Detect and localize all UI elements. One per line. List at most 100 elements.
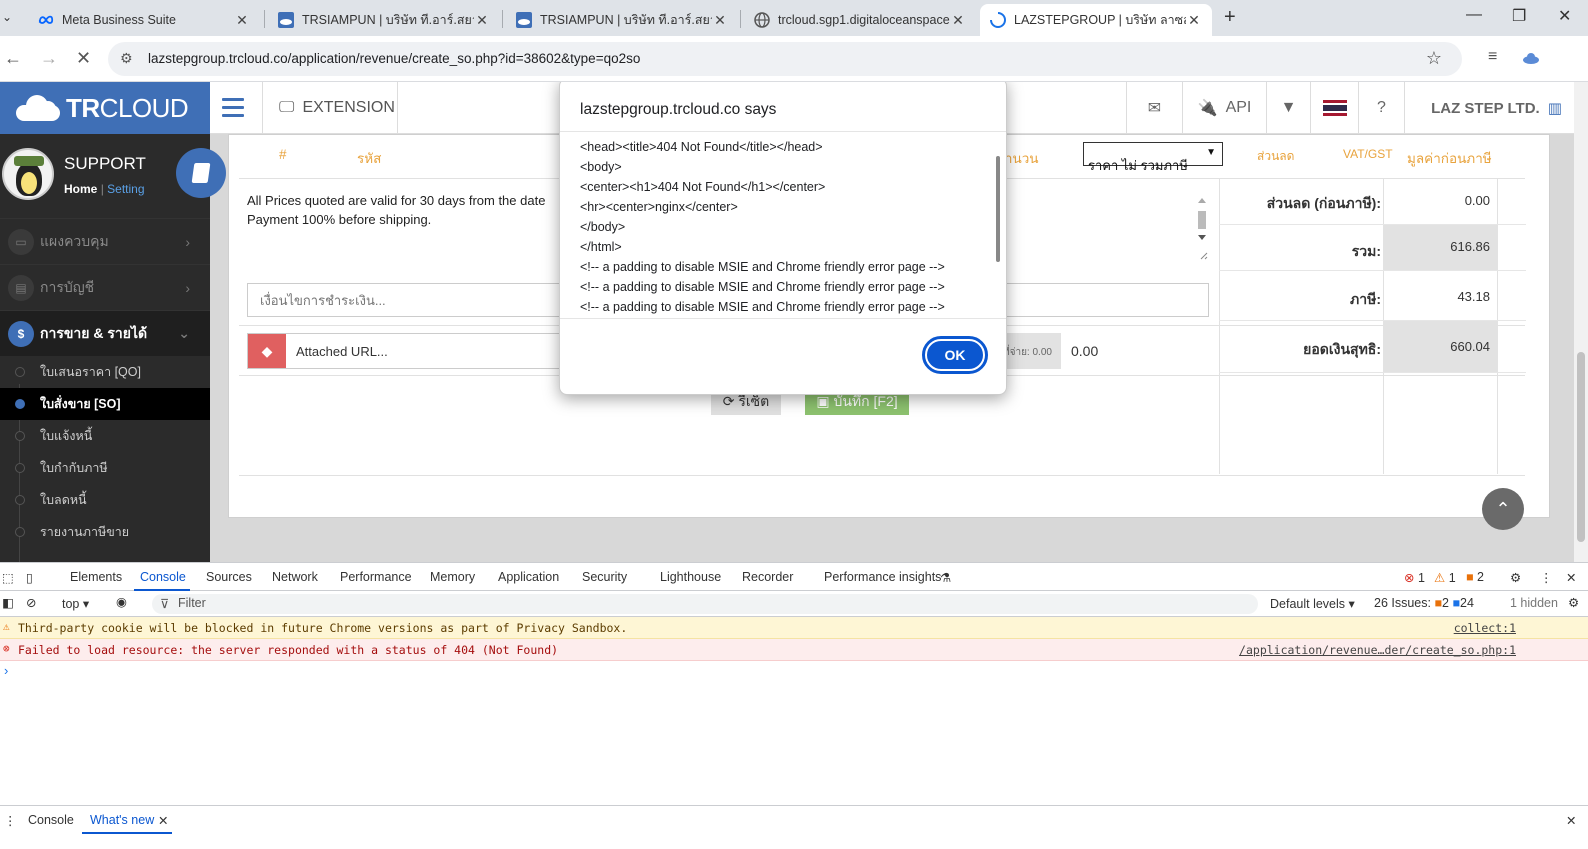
stop-loading-icon[interactable]: ✕	[76, 48, 91, 69]
dialog-scrollbar[interactable]	[996, 156, 1000, 262]
new-tab-button[interactable]: +	[1224, 6, 1236, 29]
avatar[interactable]	[2, 148, 54, 200]
console-error-message[interactable]: ⊗ Failed to load resource: the server re…	[0, 639, 1588, 661]
dialog-message[interactable]: <head><title>404 Not Found</title></head…	[560, 131, 1006, 319]
warning-counter[interactable]: ⚠ 1	[1434, 570, 1456, 585]
url-omnibox[interactable]: ⚙ lazstepgroup.trcloud.co/application/re…	[108, 42, 1462, 76]
browser-tab[interactable]: TRSIAMPUN | บริษัท ที.อาร์.สยามภั ✕	[268, 4, 500, 36]
ok-button[interactable]: OK	[922, 336, 988, 374]
price-type-select[interactable]: ราคา ไม่ รวมภาษี	[1083, 142, 1223, 173]
restore-icon[interactable]: ❐	[1512, 6, 1526, 26]
console-filter-input[interactable]: ⊽ Filter	[152, 594, 1258, 614]
tab-lighthouse[interactable]: Lighthouse	[660, 570, 721, 584]
close-icon[interactable]: ✕	[712, 12, 728, 29]
site-info-icon[interactable]: ⚙	[120, 50, 133, 67]
sidebar-item-accounting[interactable]: ▤ การบัญชี ›	[0, 264, 210, 310]
browser-tab-active[interactable]: LAZSTEPGROUP | บริษัท ลาซสเตป ✕	[980, 4, 1212, 36]
setting-link[interactable]: Setting	[107, 182, 144, 196]
clear-console-icon[interactable]: ⊘	[26, 595, 36, 610]
submenu-quotation[interactable]: ใบเสนอราคา [QO]	[0, 356, 210, 388]
submenu-sales-tax-report[interactable]: รายงานภาษีขาย	[0, 516, 210, 548]
more-options-icon[interactable]: ⋮	[1540, 570, 1553, 585]
browser-tab[interactable]: trcloud.sgp1.digitaloceanspaces ✕	[744, 4, 976, 36]
language-flag-icon[interactable]	[1310, 82, 1358, 134]
eye-icon[interactable]: ◉	[116, 594, 127, 609]
book-icon	[191, 163, 211, 183]
console-prompt[interactable]: ›	[4, 663, 8, 678]
drawer-tab-console[interactable]: Console	[28, 813, 74, 827]
log-levels-select[interactable]: Default levels ▾	[1270, 596, 1355, 611]
error-counter[interactable]: ⊗ 1	[1404, 570, 1425, 585]
message-source-link[interactable]: /application/revenue…der/create_so.php:1	[1239, 643, 1516, 657]
drawer-menu-icon[interactable]: ⋮	[4, 813, 17, 828]
close-window-icon[interactable]: ✕	[1558, 6, 1571, 26]
close-devtools-icon[interactable]: ✕	[1566, 570, 1576, 585]
submenu-credit-note[interactable]: ใบลดหนี้	[0, 484, 210, 516]
tab-performance[interactable]: Performance	[340, 570, 412, 584]
total-value: 616.86	[1383, 225, 1498, 270]
device-toolbar-icon[interactable]: ▯	[26, 570, 33, 585]
attached-url-field[interactable]: ◆ Attached URL...	[247, 333, 577, 369]
forward-icon[interactable]: →	[40, 48, 58, 69]
close-icon[interactable]: ✕	[158, 813, 168, 828]
api-menu[interactable]: 🔌 API	[1182, 82, 1266, 134]
issues-button[interactable]: 26 Issues: ■2 ■24	[1374, 596, 1474, 610]
close-icon[interactable]: ✕	[950, 12, 966, 29]
tab-sources[interactable]: Sources	[206, 570, 252, 584]
page-scrollbar[interactable]	[1574, 82, 1588, 562]
console-settings-icon[interactable]: ⚙	[1568, 595, 1579, 610]
sidebar-toggle-icon[interactable]: ◧	[2, 595, 14, 610]
dropbox-icon[interactable]: ◆	[248, 334, 286, 368]
bookmark-star-icon[interactable]: ☆	[1426, 48, 1442, 69]
tab-application[interactable]: Application	[498, 570, 559, 584]
tab-security[interactable]: Security	[582, 570, 627, 584]
trcloud-icon	[516, 12, 532, 28]
textarea-scrollbar[interactable]	[1195, 193, 1209, 261]
tab-memory[interactable]: Memory	[430, 570, 475, 584]
hamburger-menu-icon[interactable]	[222, 98, 244, 122]
tab-performance-insights[interactable]: Performance insights	[824, 570, 941, 584]
issue-counter[interactable]: ■ 2	[1466, 570, 1484, 584]
tab-network[interactable]: Network	[272, 570, 318, 584]
mail-icon[interactable]: ✉	[1126, 82, 1182, 134]
tab-search-icon[interactable]: ⌄	[2, 10, 12, 24]
plug-icon: 🔌	[1197, 100, 1218, 117]
terms-textarea[interactable]: All Prices quoted are valid for 30 days …	[247, 191, 545, 229]
manual-book-button[interactable]	[176, 148, 226, 198]
devtools-panel: ⬚ ▯ Elements Console Sources Network Per…	[0, 562, 1588, 849]
help-icon[interactable]: ?	[1358, 82, 1404, 134]
media-control-icon[interactable]: ≡	[1488, 48, 1497, 66]
sidebar-item-dashboard[interactable]: ▭ แผงควบคุม ›	[0, 218, 210, 264]
submenu-tax-invoice[interactable]: ใบกำกับภาษี	[0, 452, 210, 484]
close-icon[interactable]: ✕	[474, 12, 490, 29]
url-text[interactable]: lazstepgroup.trcloud.co/application/reve…	[148, 51, 640, 66]
inspect-element-icon[interactable]: ⬚	[2, 570, 14, 585]
back-icon[interactable]: ←	[4, 48, 22, 69]
company-menu[interactable]: LAZ STEP LTD. ▥	[1404, 82, 1588, 134]
home-link[interactable]: Home	[64, 182, 97, 196]
dialog-line: <!-- a padding to disable MSIE and Chrom…	[580, 280, 945, 294]
context-select[interactable]: top ▾	[62, 596, 89, 611]
scroll-to-top-button[interactable]: ⌃	[1482, 488, 1524, 530]
caret-down-icon[interactable]: ▼	[1266, 82, 1310, 134]
settings-gear-icon[interactable]: ⚙	[1510, 570, 1521, 585]
profile-cloud-icon[interactable]	[1522, 48, 1540, 69]
submenu-invoice[interactable]: ใบแจ้งหนี้	[0, 420, 210, 452]
browser-tab[interactable]: TRSIAMPUN | บริษัท ที.อาร์.สยามภั ✕	[506, 4, 738, 36]
browser-tab[interactable]: Meta Business Suite ✕	[28, 4, 260, 36]
message-source-link[interactable]: collect:1	[1454, 621, 1516, 635]
tab-console[interactable]: Console	[140, 570, 186, 584]
tab-recorder[interactable]: Recorder	[742, 570, 793, 584]
trcloud-logo[interactable]: TRCLOUD	[0, 82, 210, 134]
close-drawer-icon[interactable]: ✕	[1566, 813, 1576, 828]
extension-menu[interactable]: 🖵 EXTENSION	[262, 82, 398, 134]
tab-elements[interactable]: Elements	[70, 570, 122, 584]
divider	[239, 475, 1525, 476]
drawer-tab-whats-new[interactable]: What's new	[90, 813, 154, 827]
minimize-icon[interactable]: —	[1466, 6, 1482, 24]
close-icon[interactable]: ✕	[234, 12, 250, 29]
submenu-sales-order[interactable]: ใบสั่งขาย [SO]	[0, 388, 210, 420]
close-icon[interactable]: ✕	[1186, 12, 1202, 29]
console-warning-message[interactable]: ⚠ Third-party cookie will be blocked in …	[0, 617, 1588, 639]
sidebar-item-sales[interactable]: $ การขาย & รายได้ ⌄	[0, 310, 210, 356]
